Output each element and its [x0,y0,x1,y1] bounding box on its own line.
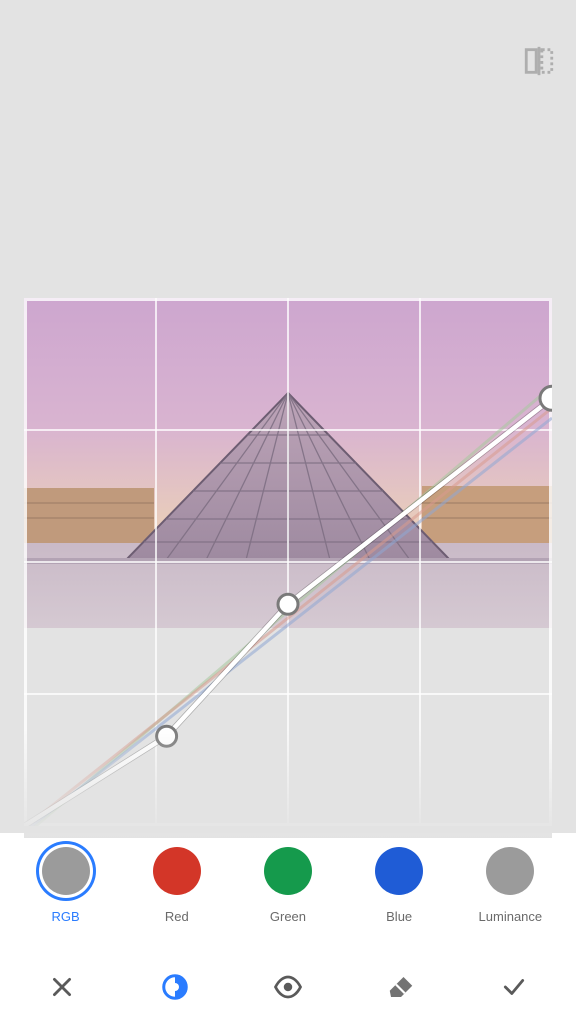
channel-label: Red [165,909,189,924]
channel-rgb[interactable]: RGB [16,847,116,924]
channel-blue[interactable]: Blue [349,847,449,924]
channel-label: Green [270,909,306,924]
preview-button[interactable] [252,957,324,1017]
curves-tool-button[interactable] [139,957,211,1017]
channel-swatch [153,847,201,895]
eraser-icon [386,972,416,1002]
channel-luminance[interactable]: Luminance [460,847,560,924]
contrast-target-icon [160,972,190,1002]
channel-swatch [486,847,534,895]
curve-point[interactable] [157,726,177,746]
bottom-toolbar [0,949,576,1024]
curves-overlay[interactable] [24,298,552,826]
channel-red[interactable]: Red [127,847,227,924]
curve-point[interactable] [278,594,298,614]
channel-selector: RGB Red Green Blue Luminance [0,833,576,949]
reset-button[interactable] [365,957,437,1017]
check-icon [501,974,527,1000]
channel-label: Luminance [479,909,543,924]
channel-green[interactable]: Green [238,847,338,924]
eye-icon [273,972,303,1002]
curves-canvas[interactable] [24,298,552,826]
x-icon [49,974,75,1000]
channel-swatch [375,847,423,895]
channel-label: Blue [386,909,412,924]
cancel-button[interactable] [26,957,98,1017]
editor-viewport [0,0,576,833]
curve-point[interactable] [540,386,552,410]
channel-swatch [42,847,90,895]
channel-label: RGB [52,909,80,924]
flip-horizontal-icon [522,44,556,78]
flip-horizontal-button[interactable] [522,44,556,78]
confirm-button[interactable] [478,957,550,1017]
channel-swatch [264,847,312,895]
